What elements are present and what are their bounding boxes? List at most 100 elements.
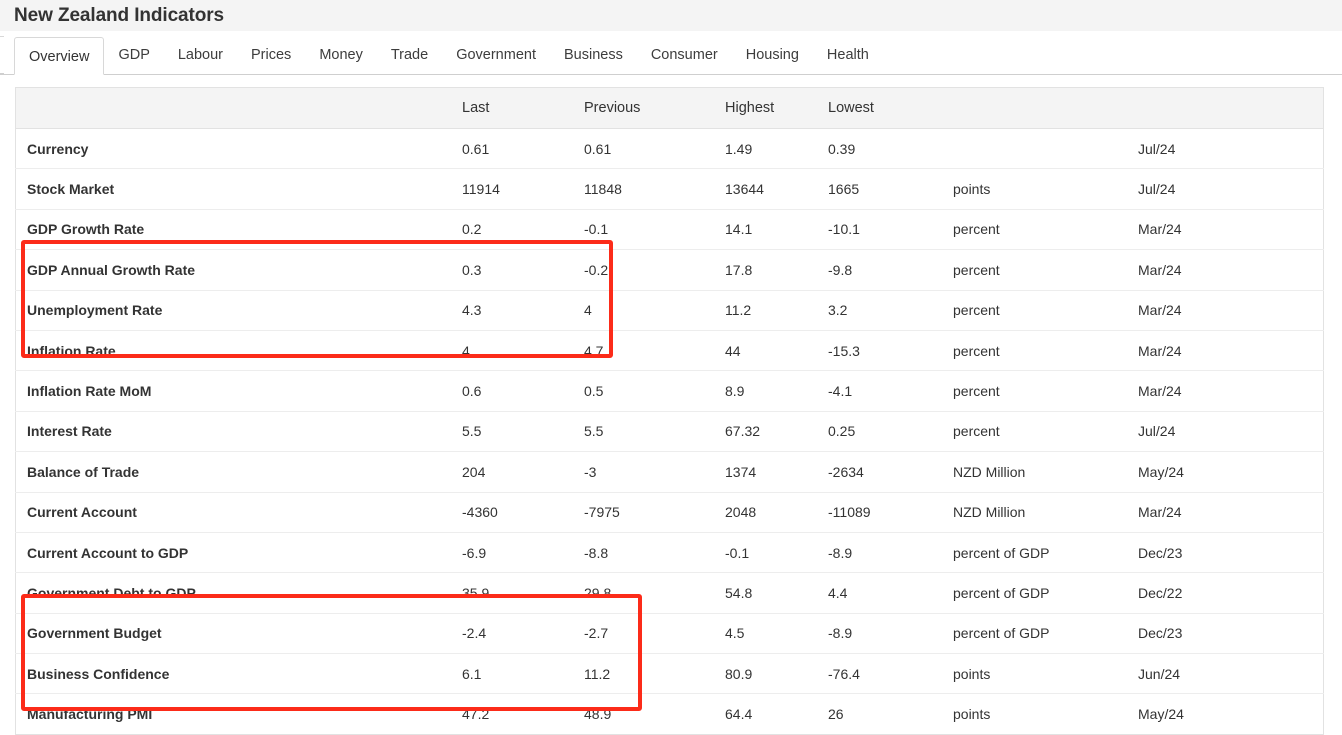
cell-date: Jun/24	[1138, 654, 1324, 694]
cell-unit: percent of GDP	[953, 613, 1138, 653]
cell-date: Jul/24	[1138, 411, 1324, 451]
cell-indicator-name[interactable]: Unemployment Rate	[16, 290, 463, 330]
column-header-name[interactable]	[16, 88, 463, 129]
cell-indicator-name[interactable]: Balance of Trade	[16, 452, 463, 492]
cell-lowest: -4.1	[828, 371, 953, 411]
cell-unit: percent	[953, 209, 1138, 249]
cell-lowest: -76.4	[828, 654, 953, 694]
cell-indicator-name[interactable]: Business Confidence	[16, 654, 463, 694]
cell-indicator-name[interactable]: Interest Rate	[16, 411, 463, 451]
cell-lowest: -11089	[828, 492, 953, 532]
tab-health[interactable]: Health	[813, 36, 883, 74]
cell-indicator-name[interactable]: Government Budget	[16, 613, 463, 653]
cell-indicator-name[interactable]: Current Account	[16, 492, 463, 532]
cell-lowest: -9.8	[828, 250, 953, 290]
cell-previous: 11.2	[584, 654, 725, 694]
cell-indicator-name[interactable]: Manufacturing PMI	[16, 694, 463, 734]
cell-date: Mar/24	[1138, 330, 1324, 370]
column-header-last[interactable]: Last	[462, 88, 584, 129]
cell-previous: -0.2	[584, 250, 725, 290]
tab-government[interactable]: Government	[442, 36, 550, 74]
cell-previous: -0.1	[584, 209, 725, 249]
cell-lowest: 26	[828, 694, 953, 734]
table-row[interactable]: Current Account-4360-79752048-11089NZD M…	[16, 492, 1324, 532]
table-row[interactable]: Interest Rate5.55.567.320.25percentJul/2…	[16, 411, 1324, 451]
column-header-previous[interactable]: Previous	[584, 88, 725, 129]
cell-highest: -0.1	[725, 532, 828, 572]
cell-date: Mar/24	[1138, 290, 1324, 330]
table-row[interactable]: Manufacturing PMI47.248.964.426pointsMay…	[16, 694, 1324, 734]
cell-date: May/24	[1138, 694, 1324, 734]
cell-date: Mar/24	[1138, 371, 1324, 411]
cell-indicator-name[interactable]: Current Account to GDP	[16, 532, 463, 572]
indicators-table: Last Previous Highest Lowest Currency 0.6…	[15, 87, 1324, 735]
tab-overview[interactable]: Overview	[14, 37, 104, 75]
title-band: New Zealand Indicators	[0, 0, 1342, 31]
cell-unit: percent	[953, 330, 1138, 370]
cell-previous: 0.5	[584, 371, 725, 411]
table-row[interactable]: Business Confidence6.111.280.9-76.4point…	[16, 654, 1324, 694]
cell-indicator-name[interactable]: GDP Annual Growth Rate	[16, 250, 463, 290]
column-header-unit[interactable]	[953, 88, 1138, 129]
tab-labour[interactable]: Labour	[164, 36, 237, 74]
table-row[interactable]: Stock Market1191411848136441665pointsJul…	[16, 169, 1324, 209]
cell-unit: points	[953, 654, 1138, 694]
cell-lowest: 3.2	[828, 290, 953, 330]
table-row[interactable]: Government Budget-2.4-2.74.5-8.9percent …	[16, 613, 1324, 653]
table-row[interactable]: Unemployment Rate4.3411.23.2percentMar/2…	[16, 290, 1324, 330]
cell-highest: 64.4	[725, 694, 828, 734]
cell-date: Dec/23	[1138, 532, 1324, 572]
cell-indicator-name[interactable]: Currency	[16, 129, 463, 169]
column-header-highest[interactable]: Highest	[725, 88, 828, 129]
cell-date: Dec/23	[1138, 613, 1324, 653]
cell-indicator-name[interactable]: Stock Market	[16, 169, 463, 209]
tab-money[interactable]: Money	[305, 36, 377, 74]
cell-last: 0.2	[462, 209, 584, 249]
cell-previous: 0.61	[584, 129, 725, 169]
cell-indicator-name[interactable]: Inflation Rate MoM	[16, 371, 463, 411]
cell-last: -2.4	[462, 613, 584, 653]
cell-last: 4	[462, 330, 584, 370]
cell-unit: NZD Million	[953, 492, 1138, 532]
table-row[interactable]: Government Debt to GDP35.929.854.84.4per…	[16, 573, 1324, 613]
table-row[interactable]: Inflation Rate44.744-15.3percentMar/24	[16, 330, 1324, 370]
cell-last: 47.2	[462, 694, 584, 734]
cell-date: May/24	[1138, 452, 1324, 492]
cell-previous: -2.7	[584, 613, 725, 653]
tab-prices[interactable]: Prices	[237, 36, 305, 74]
cell-previous: 4.7	[584, 330, 725, 370]
cell-date: Mar/24	[1138, 492, 1324, 532]
tab-gdp[interactable]: GDP	[104, 36, 163, 74]
table-row[interactable]: Current Account to GDP-6.9-8.8-0.1-8.9pe…	[16, 532, 1324, 572]
table-row[interactable]: Inflation Rate MoM0.60.58.9-4.1percentMa…	[16, 371, 1324, 411]
cell-indicator-name[interactable]: Government Debt to GDP	[16, 573, 463, 613]
tab-housing[interactable]: Housing	[732, 36, 813, 74]
cell-indicator-name[interactable]: Inflation Rate	[16, 330, 463, 370]
cell-lowest: -2634	[828, 452, 953, 492]
cell-highest: 14.1	[725, 209, 828, 249]
column-header-date[interactable]	[1138, 88, 1324, 129]
cell-last: 35.9	[462, 573, 584, 613]
tab-consumer[interactable]: Consumer	[637, 36, 732, 74]
tab-business[interactable]: Business	[550, 36, 637, 74]
page-root: New Zealand Indicators OverviewGDPLabour…	[0, 0, 1342, 735]
table-row[interactable]: GDP Growth Rate0.2-0.114.1-10.1percentMa…	[16, 209, 1324, 249]
cell-last: 0.6	[462, 371, 584, 411]
column-header-lowest[interactable]: Lowest	[828, 88, 953, 129]
cell-lowest: -10.1	[828, 209, 953, 249]
cell-unit: percent	[953, 411, 1138, 451]
cell-last: 11914	[462, 169, 584, 209]
tab-trade[interactable]: Trade	[377, 36, 442, 74]
cell-highest: 11.2	[725, 290, 828, 330]
cell-lowest: 1665	[828, 169, 953, 209]
cell-lowest: 4.4	[828, 573, 953, 613]
cell-last: -4360	[462, 492, 584, 532]
cell-previous: 11848	[584, 169, 725, 209]
table-row[interactable]: Balance of Trade204-31374-2634NZD Millio…	[16, 452, 1324, 492]
table-row[interactable]: GDP Annual Growth Rate0.3-0.217.8-9.8per…	[16, 250, 1324, 290]
cell-date: Jul/24	[1138, 129, 1324, 169]
cell-unit: percent of GDP	[953, 532, 1138, 572]
table-row[interactable]: Currency0.610.611.490.39Jul/24	[16, 129, 1324, 169]
cell-lowest: 0.39	[828, 129, 953, 169]
cell-indicator-name[interactable]: GDP Growth Rate	[16, 209, 463, 249]
